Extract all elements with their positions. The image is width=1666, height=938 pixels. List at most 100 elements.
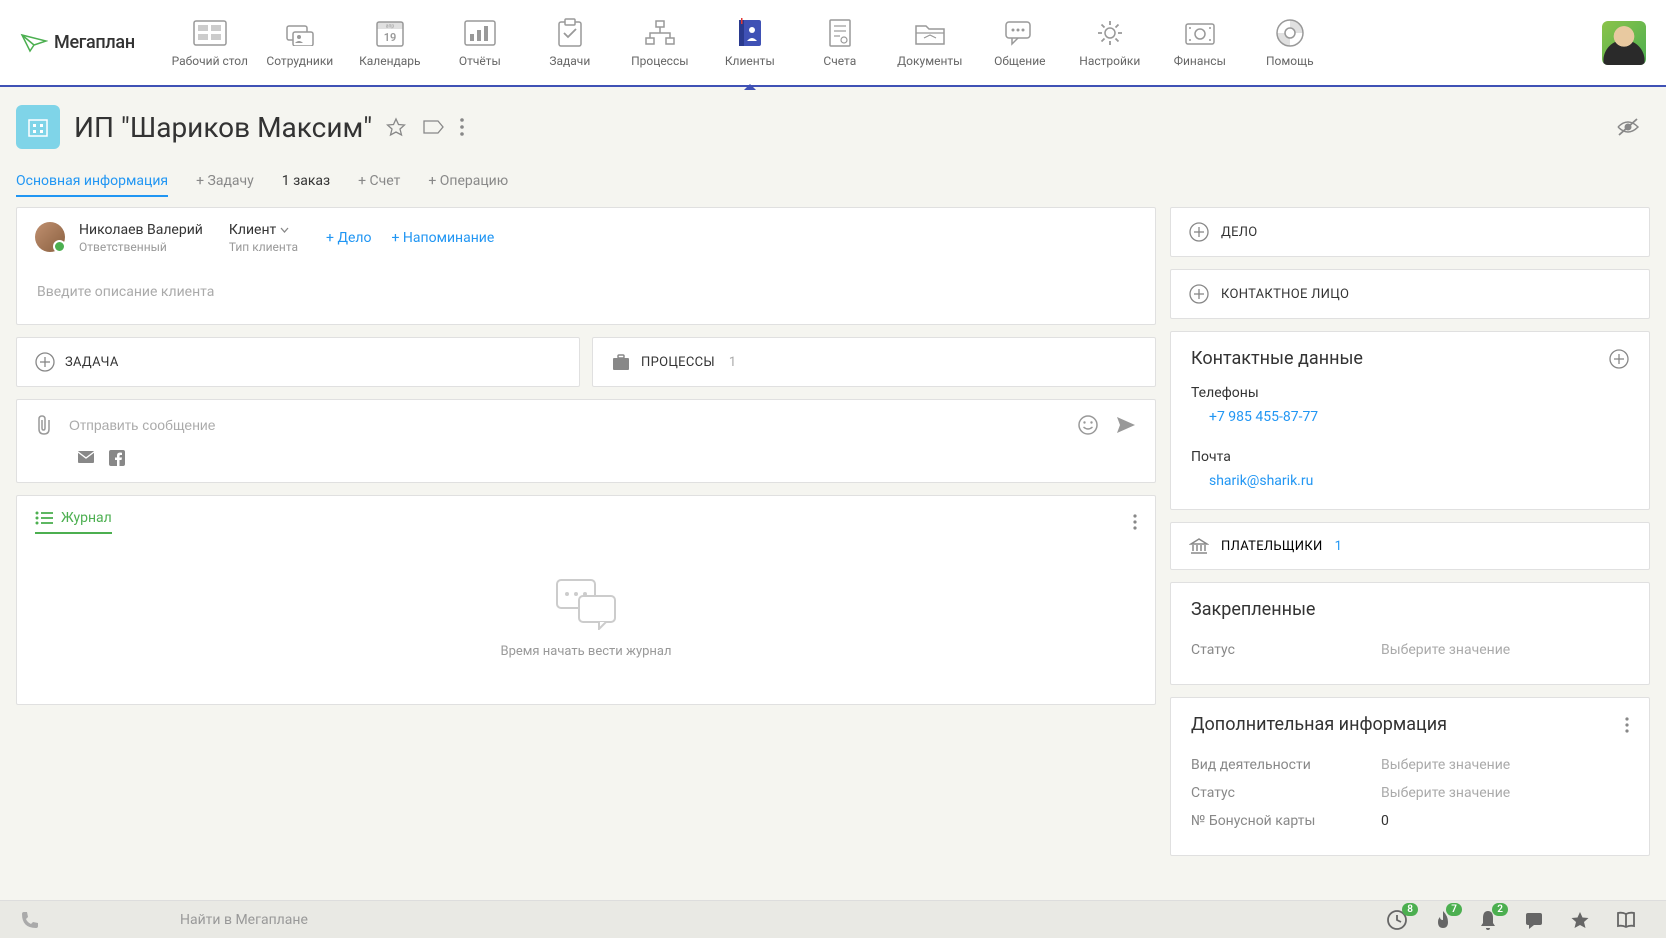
tag-icon[interactable] <box>422 119 444 135</box>
deal-panel[interactable]: ДЕЛО <box>1170 207 1650 257</box>
status-label: Статус <box>1191 642 1381 658</box>
emoji-icon[interactable] <box>1077 414 1099 436</box>
notif-clock[interactable]: 8 <box>1386 909 1408 931</box>
add-reminder-link[interactable]: + Напоминание <box>392 230 495 246</box>
nav-label: Общение <box>994 54 1045 68</box>
notif-bell[interactable]: 2 <box>1478 909 1498 931</box>
plus-circle-icon[interactable] <box>1609 349 1629 369</box>
journal-tab[interactable]: Журнал <box>35 510 112 534</box>
message-input[interactable] <box>69 417 1061 433</box>
notif-book[interactable] <box>1616 911 1636 929</box>
payers-panel[interactable]: ПЛАТЕЛЬЩИКИ 1 <box>1170 522 1650 570</box>
nav-label: Календарь <box>359 54 420 68</box>
send-icon[interactable] <box>1115 415 1137 435</box>
user-avatar[interactable] <box>1602 21 1646 65</box>
logo[interactable]: Мегаплан <box>20 32 135 53</box>
tab-main-info[interactable]: Основная информация <box>16 173 168 197</box>
add-deal-link[interactable]: + Дело <box>326 230 371 246</box>
nav-label: Помощь <box>1266 54 1314 68</box>
bonus-card-value[interactable]: 0 <box>1381 813 1389 829</box>
content: Николаев Валерий Ответственный Клиент Ти… <box>0 207 1666 856</box>
more-icon[interactable] <box>460 118 464 136</box>
svg-text:19: 19 <box>384 31 397 44</box>
status-value-2[interactable]: Выберите значение <box>1381 785 1510 801</box>
nav-tasks[interactable]: Задачи <box>525 18 615 68</box>
phone-icon[interactable] <box>20 910 40 930</box>
logo-icon <box>20 33 48 53</box>
visibility-off-icon[interactable] <box>1616 117 1640 137</box>
process-count: 1 <box>729 355 736 370</box>
status-value[interactable]: Выберите значение <box>1381 642 1510 658</box>
processes-card[interactable]: ПРОЦЕССЫ 1 <box>592 337 1156 387</box>
notif-badge: 8 <box>1402 903 1418 916</box>
tab-add-operation[interactable]: + Операцию <box>428 173 508 197</box>
tab-add-invoice[interactable]: + Счет <box>358 173 400 197</box>
nav-desktop[interactable]: Рабочий стол <box>165 18 255 68</box>
bottom-bar: Найти в Мегаплане 8 7 2 <box>0 900 1666 938</box>
message-icon <box>1524 910 1544 930</box>
tab-order[interactable]: 1 заказ <box>282 173 330 197</box>
bonus-card-label: № Бонусной карты <box>1191 813 1381 829</box>
facebook-icon[interactable] <box>109 450 125 466</box>
nav-employees[interactable]: Сотрудники <box>255 18 345 68</box>
attach-icon[interactable] <box>35 414 53 436</box>
responsible-role: Ответственный <box>79 240 203 254</box>
nav-finance[interactable]: Финансы <box>1155 18 1245 68</box>
plus-circle-icon <box>1189 284 1209 304</box>
email-label: Почта <box>1191 449 1629 465</box>
nav-processes[interactable]: Процессы <box>615 18 705 68</box>
quick-cards-row: ЗАДАЧА ПРОЦЕССЫ 1 <box>16 337 1156 387</box>
notif-fire[interactable]: 7 <box>1434 909 1452 931</box>
tasks-icon <box>552 18 588 48</box>
plus-circle-icon <box>1189 222 1209 242</box>
client-type-dropdown[interactable]: Клиент <box>229 222 298 238</box>
star-icon[interactable] <box>386 117 406 137</box>
contact-person-panel[interactable]: КОНТАКТНОЕ ЛИЦО <box>1170 269 1650 319</box>
notif-badge: 2 <box>1492 903 1508 916</box>
activity-type-value[interactable]: Выберите значение <box>1381 757 1510 773</box>
nav-label: Рабочий стол <box>172 54 248 68</box>
extra-info-panel: Дополнительная информация Вид деятельнос… <box>1170 697 1650 856</box>
nav-clients[interactable]: Клиенты <box>705 18 795 68</box>
list-icon <box>35 511 53 525</box>
svg-text:апр: апр <box>386 23 395 29</box>
deal-label: ДЕЛО <box>1221 225 1258 240</box>
notif-message[interactable] <box>1524 910 1544 930</box>
more-icon[interactable] <box>1625 717 1629 733</box>
main-column: Николаев Валерий Ответственный Клиент Ти… <box>16 207 1156 856</box>
global-search[interactable]: Найти в Мегаплане <box>60 912 1366 928</box>
activity-type-label: Вид деятельности <box>1191 757 1381 773</box>
email-link[interactable]: sharik@sharik.ru <box>1209 473 1629 489</box>
nav-documents[interactable]: Документы <box>885 18 975 68</box>
responsible-avatar[interactable] <box>35 222 65 252</box>
header-actions <box>386 117 464 137</box>
responsible-name[interactable]: Николаев Валерий <box>79 222 203 238</box>
page-header: ИП "Шариков Максим" <box>0 87 1666 149</box>
nav-label: Отчёты <box>459 54 501 68</box>
nav-help[interactable]: Помощь <box>1245 18 1335 68</box>
more-icon[interactable] <box>1133 514 1137 530</box>
processes-icon <box>642 18 678 48</box>
client-type-icon <box>16 105 60 149</box>
phone-link[interactable]: +7 985 455-87-77 <box>1209 409 1629 425</box>
nav-invoices[interactable]: Счета <box>795 18 885 68</box>
nav-calendar[interactable]: апр 19 Календарь <box>345 18 435 68</box>
payers-label: ПЛАТЕЛЬЩИКИ <box>1221 539 1323 554</box>
finance-icon <box>1182 18 1218 48</box>
email-icon[interactable] <box>77 450 95 464</box>
invoices-icon <box>822 18 858 48</box>
add-task-card[interactable]: ЗАДАЧА <box>16 337 580 387</box>
extra-info-title: Дополнительная информация <box>1191 714 1447 735</box>
nav-settings[interactable]: Настройки <box>1065 18 1155 68</box>
description-input[interactable]: Введите описание клиента <box>17 268 1155 324</box>
payers-count: 1 <box>1335 539 1342 554</box>
nav-chat[interactable]: Общение <box>975 18 1065 68</box>
nav-label: Счета <box>823 54 856 68</box>
notif-star[interactable] <box>1570 910 1590 930</box>
nav-reports[interactable]: Отчёты <box>435 18 525 68</box>
logo-text: Мегаплан <box>54 32 135 53</box>
phones-label: Телефоны <box>1191 385 1629 401</box>
clients-icon <box>732 18 768 48</box>
task-label: ЗАДАЧА <box>65 355 119 370</box>
tab-add-task[interactable]: + Задачу <box>196 173 254 197</box>
